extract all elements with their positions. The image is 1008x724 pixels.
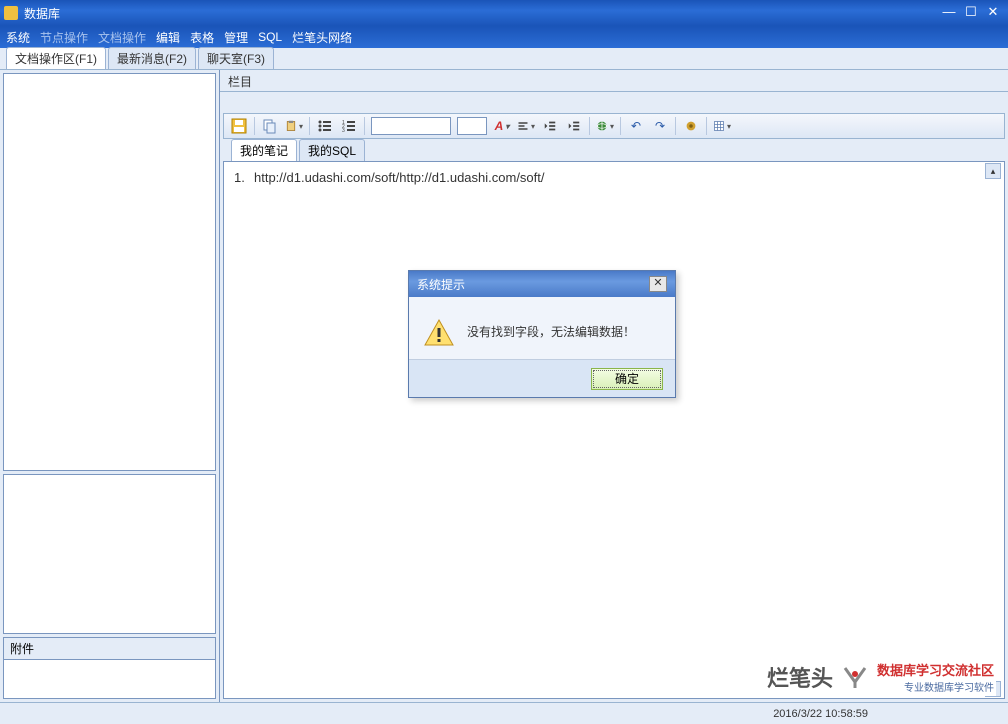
maximize-button[interactable]: ☐	[960, 4, 982, 22]
minimize-button[interactable]: —	[938, 4, 960, 22]
tab-my-notes[interactable]: 我的笔记	[231, 139, 297, 161]
redo-icon[interactable]: ↷	[651, 117, 669, 135]
menu-network[interactable]: 烂笔头网络	[292, 29, 352, 46]
main-tabs: 文档操作区(F1) 最新消息(F2) 聊天室(F3)	[0, 48, 1008, 70]
editor-content: http://d1.udashi.com/soft/http://d1.udas…	[254, 170, 545, 185]
close-button[interactable]: ✕	[982, 4, 1004, 22]
menu-manage[interactable]: 管理	[224, 29, 248, 46]
brand-name: 烂笔头	[767, 661, 833, 693]
preview-box[interactable]	[3, 474, 216, 634]
tab-doc-area[interactable]: 文档操作区(F1)	[6, 47, 106, 69]
brand-icon	[841, 664, 869, 690]
attachment-box[interactable]	[3, 659, 216, 699]
brand-watermark: 烂笔头 数据库学习交流社区 专业数据库学习软件	[765, 658, 996, 696]
status-datetime: 2016/3/22 10:58:59	[773, 708, 868, 720]
menu-system[interactable]: 系统	[6, 29, 30, 46]
dialog-close-button[interactable]: ✕	[649, 276, 667, 292]
menu-sql[interactable]: SQL	[258, 30, 282, 44]
warning-icon	[423, 317, 455, 349]
window-title: 数据库	[24, 5, 60, 22]
title-bar: 数据库 — ☐ ✕	[0, 0, 1008, 26]
line-number: 1.	[234, 170, 245, 185]
menu-edit[interactable]: 编辑	[156, 29, 180, 46]
menu-bar: 系统 节点操作 文档操作 编辑 表格 管理 SQL 烂笔头网络	[0, 26, 1008, 48]
editor-toolbar: 123 A ↶ ↷	[223, 113, 1005, 139]
indent-icon[interactable]	[565, 117, 583, 135]
ordered-list-icon[interactable]: 123	[340, 117, 358, 135]
dialog-titlebar: 系统提示 ✕	[409, 271, 675, 297]
attachment-label: 附件	[10, 640, 34, 657]
left-pane: 附件	[0, 70, 220, 702]
font-color-icon[interactable]: A	[493, 117, 511, 135]
menu-docop: 文档操作	[98, 29, 146, 46]
editor-area[interactable]: ▴ 1. http://d1.udashi.com/soft/http://d1…	[223, 161, 1005, 699]
brand-tagline: 数据库学习交流社区	[877, 660, 994, 679]
copy-icon[interactable]	[261, 117, 279, 135]
menu-nodeop: 节点操作	[40, 29, 88, 46]
paste-icon[interactable]	[285, 117, 303, 135]
attachment-header: 附件	[3, 637, 216, 659]
tab-chat[interactable]: 聊天室(F3)	[198, 47, 274, 69]
dialog-ok-button[interactable]: 确定	[591, 368, 663, 390]
table-icon[interactable]	[713, 117, 731, 135]
inner-tabs: 我的笔记 我的SQL	[223, 139, 1005, 161]
app-icon	[4, 6, 18, 20]
link-icon[interactable]	[596, 117, 614, 135]
tab-my-sql[interactable]: 我的SQL	[299, 139, 365, 161]
gear-icon[interactable]	[682, 117, 700, 135]
tree-box[interactable]	[3, 73, 216, 471]
dialog-title: 系统提示	[417, 276, 465, 293]
unordered-list-icon[interactable]	[316, 117, 334, 135]
align-icon[interactable]	[517, 117, 535, 135]
alert-dialog: 系统提示 ✕ 没有找到字段，无法编辑数据！ 确定	[408, 270, 676, 398]
undo-icon[interactable]: ↶	[627, 117, 645, 135]
svg-text:3: 3	[342, 128, 345, 134]
save-icon[interactable]	[230, 117, 248, 135]
section-header: 栏目	[220, 70, 1008, 92]
brand-subtitle: 专业数据库学习软件	[877, 679, 994, 694]
dialog-message: 没有找到字段，无法编辑数据！	[467, 317, 635, 340]
status-bar: 2016/3/22 10:58:59	[0, 702, 1008, 724]
tab-news[interactable]: 最新消息(F2)	[108, 47, 196, 69]
menu-table[interactable]: 表格	[190, 29, 214, 46]
scroll-up-icon[interactable]: ▴	[985, 163, 1001, 179]
font-select[interactable]	[371, 117, 451, 135]
outdent-icon[interactable]	[541, 117, 559, 135]
size-select[interactable]	[457, 117, 487, 135]
